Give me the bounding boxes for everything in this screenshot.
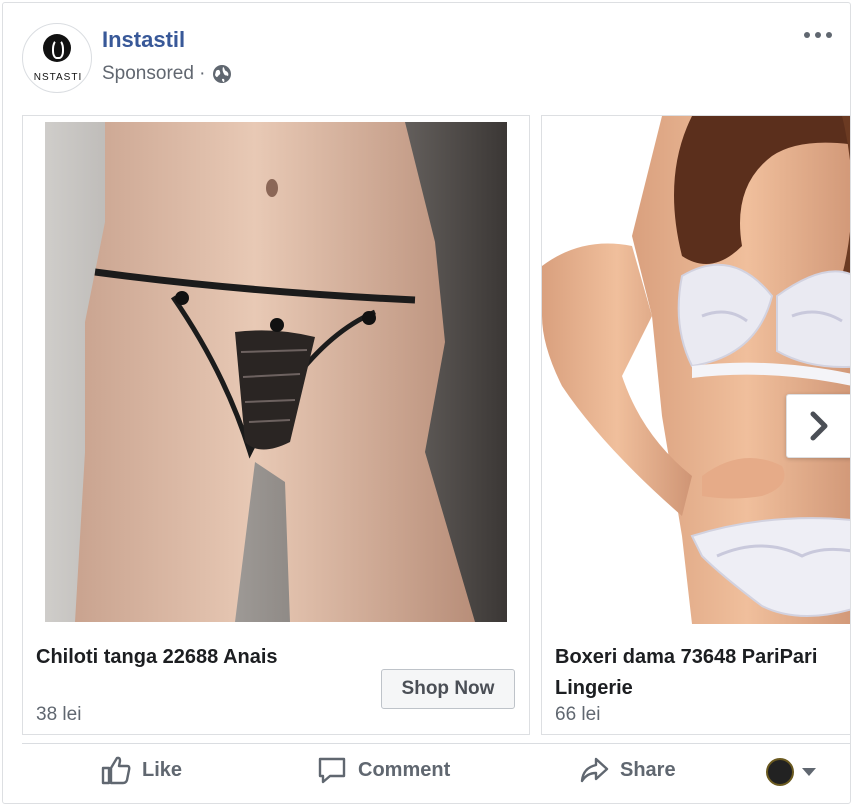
product-title-2[interactable]: Boxeri dama 73648 PariPari Lingerie	[555, 642, 850, 704]
product-image-2[interactable]	[542, 116, 850, 624]
page-avatar[interactable]: NSTASTI	[22, 23, 92, 93]
user-avatar	[766, 758, 794, 786]
comment-label: Comment	[358, 758, 451, 781]
product-price-2: 66 lei	[555, 704, 601, 725]
page-name-link[interactable]: Instastil	[102, 27, 185, 53]
carousel-next-button[interactable]	[786, 394, 850, 458]
carousel-card-1[interactable]: Chiloti tanga 22688 Anais 38 lei Shop No…	[22, 115, 530, 735]
post-meta: Sponsored ·	[102, 63, 232, 85]
chevron-right-icon	[810, 411, 828, 441]
share-label: Share	[620, 758, 676, 781]
like-label: Like	[142, 758, 183, 781]
action-bar: Like Comment Share	[22, 743, 850, 799]
sponsored-post: NSTASTI Instastil Sponsored · Chiloti ta…	[2, 2, 851, 804]
avatar-logo-text: NSTASTI	[33, 72, 83, 83]
comment-button[interactable]: Comment	[316, 754, 450, 786]
comment-icon	[318, 757, 346, 784]
thumbs-up-icon	[101, 756, 131, 785]
sponsored-label[interactable]: Sponsored ·	[102, 63, 206, 85]
brand-logo-icon	[43, 34, 71, 62]
product-image-1[interactable]	[45, 122, 507, 622]
caret-down-icon	[802, 768, 816, 776]
shop-now-button[interactable]: Shop Now	[381, 669, 515, 709]
product-price-1: 38 lei	[36, 704, 82, 725]
like-button[interactable]: Like	[100, 754, 182, 786]
more-options-icon[interactable]	[801, 23, 835, 47]
share-button[interactable]: Share	[578, 754, 676, 786]
share-icon	[580, 757, 609, 783]
globe-icon[interactable]	[212, 64, 232, 84]
product-title-1[interactable]: Chiloti tanga 22688 Anais	[36, 642, 278, 673]
profile-switcher[interactable]	[766, 758, 816, 786]
